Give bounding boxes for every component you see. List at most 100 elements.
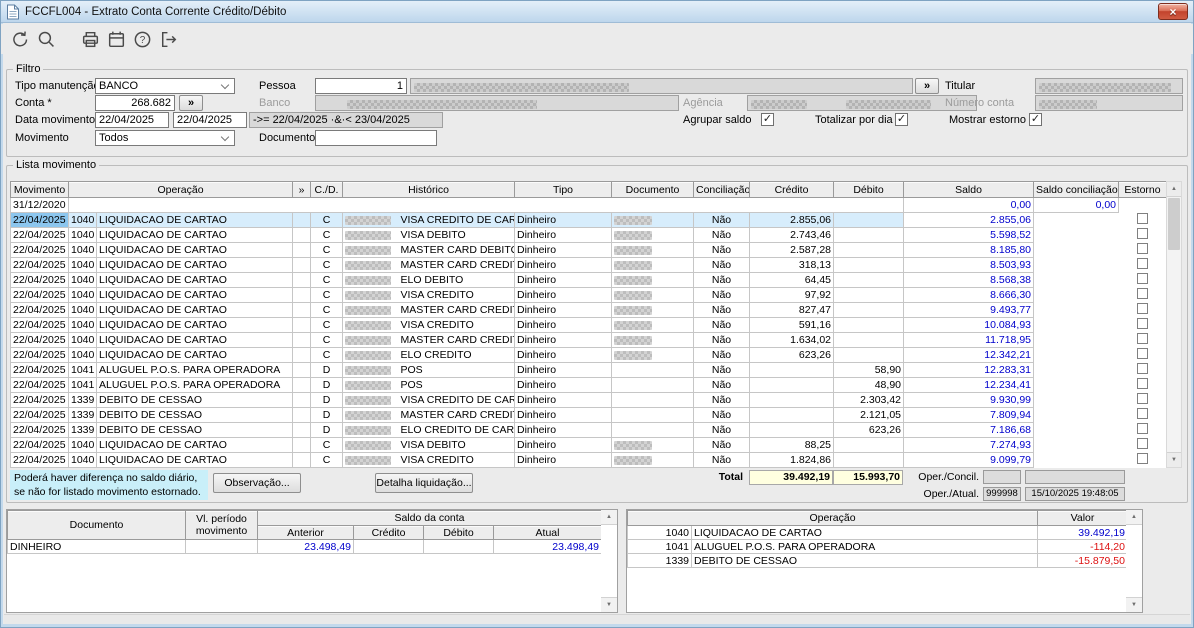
cell-operation-code[interactable]: 1339 xyxy=(68,392,97,408)
cell-cd[interactable]: C xyxy=(310,347,343,363)
cell-credito[interactable]: 64,45 xyxy=(749,272,834,288)
cell-cd[interactable]: D xyxy=(310,362,343,378)
cell-movimento[interactable]: 22/04/2025 xyxy=(10,362,69,378)
cell-saldo[interactable]: 7.186,68 xyxy=(903,422,1034,438)
col-valor[interactable]: Valor xyxy=(1037,510,1128,526)
cell-saldo[interactable]: 8.185,80 xyxy=(903,242,1034,258)
cell-movimento[interactable]: 31/12/2020 xyxy=(10,197,69,213)
cell-movimento[interactable]: 22/04/2025 xyxy=(10,452,69,468)
estorno-checkbox[interactable] xyxy=(1137,228,1148,239)
col-debito[interactable]: Débito xyxy=(833,181,904,198)
cell-credito[interactable] xyxy=(749,407,834,423)
cell-operation-name[interactable]: LIQUIDACAO DE CARTAO xyxy=(96,347,293,363)
cell-credito[interactable]: 97,92 xyxy=(749,287,834,303)
col-doc-documento[interactable]: Documento xyxy=(7,510,186,540)
cell-historico-prefix[interactable] xyxy=(342,362,399,378)
cell-operation-code[interactable]: 1040 xyxy=(68,452,97,468)
cell-anterior[interactable]: 23.498,49 xyxy=(257,539,354,554)
cell-expand[interactable] xyxy=(292,332,311,348)
cell-cd[interactable]: C xyxy=(310,332,343,348)
cell-saldo[interactable]: 5.598,52 xyxy=(903,227,1034,243)
col-saldo-conciliacao[interactable]: Saldo conciliação xyxy=(1033,181,1119,198)
cell-estorno[interactable] xyxy=(1119,288,1167,303)
cell-conciliacao[interactable]: Não xyxy=(693,392,750,408)
cell-debito[interactable]: 623,26 xyxy=(833,422,904,438)
cell-operation-code[interactable]: 1040 xyxy=(68,347,97,363)
cell-debito[interactable] xyxy=(423,539,494,554)
cell-operation-code[interactable]: 1040 xyxy=(627,525,692,540)
cell-vl-periodo[interactable] xyxy=(185,539,258,554)
movement-row[interactable]: 22/04/2025 1040 LIQUIDACAO DE CARTAO C VISA … xyxy=(10,437,1167,453)
cell-debito[interactable] xyxy=(833,272,904,288)
cell-saldo[interactable]: 12.342,21 xyxy=(903,347,1034,363)
cell-movimento[interactable]: 22/04/2025 xyxy=(10,212,69,228)
cell-historico-prefix[interactable] xyxy=(342,422,399,438)
cell-cd[interactable]: C xyxy=(310,227,343,243)
documento-scrollbar[interactable]: ▲ ▼ xyxy=(601,510,617,612)
scroll-down-icon[interactable]: ▼ xyxy=(1126,597,1142,612)
cell-expand[interactable] xyxy=(292,347,311,363)
cell-operation-name[interactable]: ALUGUEL P.O.S. PARA OPERADORA xyxy=(691,539,1038,554)
scroll-down-icon[interactable]: ▼ xyxy=(1167,452,1181,467)
movement-row[interactable]: 22/04/2025 1041 ALUGUEL P.O.S. PARA OPERAD… xyxy=(10,377,1167,393)
cell-expand[interactable] xyxy=(292,287,311,303)
cell-estorno[interactable] xyxy=(1119,348,1167,363)
cell-movimento[interactable]: 22/04/2025 xyxy=(10,272,69,288)
cell-historico[interactable]: ELO CREDITO xyxy=(398,347,515,363)
cell-documento[interactable] xyxy=(611,422,694,438)
cell-operation-name[interactable]: LIQUIDACAO DE CARTAO xyxy=(96,287,293,303)
cell-historico-prefix[interactable] xyxy=(342,257,399,273)
cell-historico[interactable]: VISA DEBITO xyxy=(398,437,515,453)
estorno-checkbox[interactable] xyxy=(1137,258,1148,269)
cell-credito[interactable]: 2.743,46 xyxy=(749,227,834,243)
cell-expand[interactable] xyxy=(292,227,311,243)
cell-saldo-conciliacao[interactable] xyxy=(1034,408,1119,423)
cell-historico[interactable] xyxy=(399,198,515,213)
cell-debito[interactable]: 48,90 xyxy=(833,377,904,393)
cell-expand[interactable] xyxy=(292,362,311,378)
cell-credito[interactable] xyxy=(749,377,834,393)
cell-operation-name[interactable]: DEBITO DE CESSAO xyxy=(96,422,293,438)
cell-conciliacao[interactable] xyxy=(694,198,750,213)
col-saldo-da-conta[interactable]: Saldo da conta xyxy=(257,510,602,526)
cell-saldo-conciliacao[interactable] xyxy=(1034,453,1119,468)
cell-historico[interactable]: MASTER CARD CREDITO xyxy=(398,332,515,348)
cell-tipo[interactable]: Dinheiro xyxy=(514,392,612,408)
cell-debito[interactable] xyxy=(833,212,904,228)
cell-historico[interactable]: VISA CREDITO DE CARTAC xyxy=(398,392,515,408)
pessoa-name-field[interactable] xyxy=(410,78,913,94)
cell-operation-name[interactable]: LIQUIDACAO DE CARTAO xyxy=(96,257,293,273)
cell-saldo[interactable]: 7.274,93 xyxy=(903,437,1034,453)
col-operacao-name[interactable]: Operação xyxy=(627,510,1038,526)
cell-cd[interactable]: D xyxy=(310,407,343,423)
cell-saldo-conciliacao[interactable] xyxy=(1034,333,1119,348)
cell-documento[interactable] xyxy=(611,257,694,273)
titular-field[interactable] xyxy=(1035,78,1183,94)
cell-historico-prefix[interactable] xyxy=(342,347,399,363)
cell-historico[interactable]: POS xyxy=(398,362,515,378)
movement-row[interactable]: 22/04/2025 1040 LIQUIDACAO DE CARTAO C MASTE… xyxy=(10,332,1167,348)
cell-conciliacao[interactable]: Não xyxy=(693,362,750,378)
cell-expand[interactable] xyxy=(292,317,311,333)
cell-debito[interactable] xyxy=(833,257,904,273)
cell-conciliacao[interactable]: Não xyxy=(693,422,750,438)
cell-saldo-conciliacao[interactable] xyxy=(1034,438,1119,453)
cell-conciliacao[interactable]: Não xyxy=(693,332,750,348)
operacao-row[interactable]: 1339 DEBITO DE CESSAO -15.879,50 xyxy=(627,553,1128,568)
estorno-checkbox[interactable] xyxy=(1137,213,1148,224)
scrollbar-thumb[interactable] xyxy=(1168,198,1180,250)
pessoa-more-button[interactable]: » xyxy=(915,78,939,94)
conta-input[interactable]: 268.682 xyxy=(95,95,175,111)
movement-row[interactable]: 22/04/2025 1339 DEBITO DE CESSAO D MASTER CA… xyxy=(10,407,1167,423)
totalizar-por-dia-checkbox[interactable]: ✓ xyxy=(895,113,908,126)
movimento-select[interactable]: Todos xyxy=(95,130,235,146)
cell-historico-prefix[interactable] xyxy=(342,452,399,468)
cell-operation-code[interactable]: 1040 xyxy=(68,272,97,288)
undo-button[interactable] xyxy=(7,26,33,52)
cell-operation-name[interactable]: DEBITO DE CESSAO xyxy=(96,392,293,408)
cell-historico-prefix[interactable] xyxy=(343,198,399,213)
cell-debito[interactable]: 2.121,05 xyxy=(833,407,904,423)
cell-saldo[interactable]: 10.084,93 xyxy=(903,317,1034,333)
cell-documento[interactable] xyxy=(611,347,694,363)
cell-valor[interactable]: -114,20 xyxy=(1037,539,1128,554)
